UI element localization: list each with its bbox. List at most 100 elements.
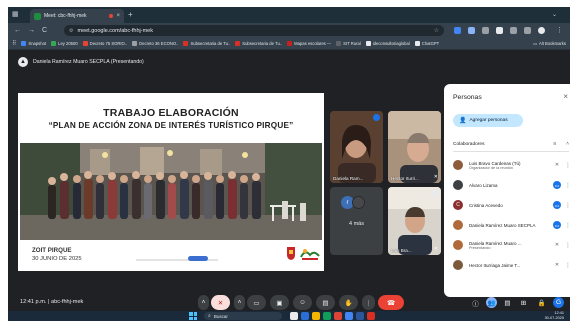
more-options-icon[interactable]: ⋮ bbox=[565, 202, 570, 209]
mic-options-button[interactable]: ˄ bbox=[198, 295, 209, 310]
more-options-icon[interactable]: ⋮ bbox=[565, 162, 570, 169]
bookmark-item[interactable]: ChatGPT bbox=[414, 41, 439, 46]
participant-list-item[interactable]: Daniela Ramírez Muaro SECPLA ••• ⋮ bbox=[453, 216, 570, 234]
chat-button[interactable]: ▤ bbox=[502, 297, 513, 308]
participant-video bbox=[388, 187, 441, 255]
reactions-button[interactable]: ☺ bbox=[293, 295, 312, 310]
bookmark-label: SIT Rural bbox=[343, 41, 361, 46]
browser-menu-icon[interactable]: ⋮ bbox=[556, 23, 563, 38]
more-options-icon[interactable]: ⋮ bbox=[565, 222, 570, 229]
screen: ▦ Meet: cbc-fhhj-mek × + ⌄ ← → C ⚙ meet.… bbox=[8, 7, 570, 321]
collaborators-count: 8 bbox=[553, 141, 557, 147]
bookmark-star-icon[interactable]: ☆ bbox=[434, 27, 439, 34]
app-icon[interactable] bbox=[345, 312, 353, 320]
app-icon[interactable] bbox=[323, 312, 331, 320]
windows-start-icon[interactable] bbox=[189, 312, 197, 320]
extension-icon[interactable] bbox=[524, 27, 531, 34]
person-add-icon: 👤 bbox=[459, 118, 467, 124]
raise-hand-button[interactable]: ✋ bbox=[339, 295, 358, 310]
more-options-icon[interactable]: ⋮ bbox=[565, 242, 570, 249]
bookmark-item[interactable]: Decreto 36 ECONO.. bbox=[132, 41, 178, 46]
bookmarks-folder[interactable]: ▭ Alt Bookmarks bbox=[533, 41, 566, 46]
tab-title: Meet: cbc-fhhj-mek bbox=[44, 13, 87, 19]
participant-tile[interactable]: ✕ Luis Bra... bbox=[388, 187, 441, 255]
word-icon[interactable] bbox=[356, 312, 364, 320]
tab-close-icon[interactable]: × bbox=[116, 13, 120, 19]
captions-icon: ▤ bbox=[322, 299, 329, 307]
bookmark-item[interactable]: Snapshot bbox=[21, 41, 46, 46]
participant-avatar bbox=[453, 160, 463, 170]
url-omnibox[interactable]: ⚙ meet.google.com/abc-fhhj-mek ☆ bbox=[64, 25, 444, 36]
more-options-button[interactable]: ⋮ bbox=[362, 295, 375, 310]
bookmark-item[interactable]: SIT Rural bbox=[336, 41, 361, 46]
camera-icon: ▭ bbox=[253, 299, 260, 307]
system-clock[interactable]: 12:41 30-07-2025 bbox=[545, 311, 564, 321]
participant-list-item[interactable]: Luis Bravo Cardenas (Tú) Organizador de l… bbox=[453, 156, 570, 174]
bookmarks-bar: ⠿ Snapshot Ley 20500 Decreto 75 SORIO.. … bbox=[8, 38, 570, 50]
presenting-label: Daniela Ramírez Muaro SECPLA (Presentand… bbox=[33, 59, 144, 65]
captions-button[interactable]: ▤ bbox=[316, 295, 335, 310]
new-tab-button[interactable]: + bbox=[128, 10, 133, 20]
extension-icon[interactable] bbox=[510, 27, 517, 34]
activities-button[interactable]: ⊞ bbox=[518, 297, 529, 308]
pdf-reader-icon[interactable] bbox=[367, 312, 375, 320]
taskbar-search[interactable]: ⌕ Buscar bbox=[204, 312, 282, 320]
people-button[interactable]: 👥 bbox=[486, 297, 497, 308]
folder-icon: ▭ bbox=[533, 41, 537, 46]
participant-avatar: C bbox=[453, 200, 463, 210]
forward-button[interactable]: → bbox=[28, 23, 35, 38]
participant-list-item[interactable]: Hector Iturriaga Jaime T... ✕ ⋮ bbox=[453, 256, 570, 274]
extension-icon[interactable] bbox=[482, 27, 489, 34]
app-icon[interactable] bbox=[301, 312, 309, 320]
back-button[interactable]: ← bbox=[14, 23, 21, 38]
pin-icon[interactable] bbox=[431, 190, 438, 197]
bookmark-label: Snapshot bbox=[28, 41, 47, 46]
close-panel-button[interactable]: × bbox=[563, 92, 568, 101]
meeting-details-button[interactable]: ⓘ bbox=[470, 297, 481, 308]
file-explorer-icon[interactable] bbox=[312, 312, 320, 320]
participant-tile[interactable]: Daniela Ram... bbox=[330, 111, 383, 183]
url-text: meet.google.com/abc-fhhj-mek bbox=[77, 27, 153, 34]
bookmark-item[interactable]: Subsecretaria de Tu.. bbox=[235, 41, 282, 46]
more-options-icon[interactable]: ⋮ bbox=[565, 182, 570, 189]
more-options-icon[interactable]: ⋮ bbox=[565, 262, 570, 269]
group-photo bbox=[20, 143, 322, 240]
tab-search-icon[interactable]: ▦ bbox=[12, 10, 24, 20]
presenting-banner: ▲ Daniela Ramírez Muaro SECPLA (Presenta… bbox=[18, 55, 318, 69]
profile-avatar-icon[interactable] bbox=[538, 27, 545, 34]
participant-tile[interactable]: ✕ Hector Iturri... bbox=[388, 111, 441, 183]
participant-role: Presentando bbox=[469, 245, 491, 250]
participant-list-item[interactable]: Alvaro Lizama ••• ⋮ bbox=[453, 176, 570, 194]
extension-icon[interactable] bbox=[496, 27, 503, 34]
mic-active-icon: ••• bbox=[553, 221, 561, 229]
task-view-icon[interactable] bbox=[290, 312, 298, 320]
chevron-up-icon: ˄ bbox=[566, 141, 569, 147]
toggle-camera-button[interactable]: ▭ bbox=[247, 295, 266, 310]
tab-meet[interactable]: Meet: cbc-fhhj-mek × bbox=[30, 9, 124, 23]
bookmark-item[interactable]: ideconsultoriaglobal bbox=[365, 41, 410, 46]
add-people-label: Agregar personas bbox=[469, 118, 508, 123]
add-people-button[interactable]: 👤 Agregar personas bbox=[453, 114, 523, 127]
chrome-icon[interactable] bbox=[334, 312, 342, 320]
site-info-icon[interactable]: ⚙ bbox=[69, 28, 73, 34]
participant-list-item[interactable]: C Cristina Acevedo ••• ⋮ bbox=[453, 196, 570, 214]
bookmark-item[interactable]: Decreto 75 SORIO.. bbox=[82, 41, 127, 46]
chevron-up-icon: ˄ bbox=[201, 299, 206, 306]
bookmark-item[interactable]: Mapas escolares — bbox=[287, 41, 331, 46]
companion-button[interactable]: G bbox=[553, 297, 564, 308]
toggle-mic-button[interactable]: ✕ bbox=[211, 295, 230, 310]
leave-call-button[interactable]: ☎ bbox=[378, 295, 404, 310]
present-screen-button[interactable]: ▣ bbox=[270, 295, 289, 310]
more-participants-tile[interactable]: r 4 más bbox=[330, 187, 383, 255]
bookmark-item[interactable]: Subsecretaria de Tu.. bbox=[183, 41, 230, 46]
participant-list-item[interactable]: Daniela Ramírez Muaro ... Presentando ✕ ⋮ bbox=[453, 236, 570, 254]
host-controls-button[interactable]: 🔒 bbox=[536, 297, 547, 308]
bookmark-item[interactable]: Ley 20500 bbox=[51, 41, 78, 46]
camera-options-button[interactable]: ˄ bbox=[234, 295, 245, 310]
extension-icon[interactable] bbox=[454, 27, 461, 34]
apps-grid-icon[interactable]: ⠿ bbox=[12, 40, 16, 47]
collaborators-section-header[interactable]: Colaboradores 8 ˄ bbox=[453, 139, 569, 149]
reload-button[interactable]: C bbox=[42, 23, 47, 38]
tab-list-chevron-icon[interactable]: ⌄ bbox=[552, 10, 557, 20]
extension-icon[interactable] bbox=[468, 27, 475, 34]
